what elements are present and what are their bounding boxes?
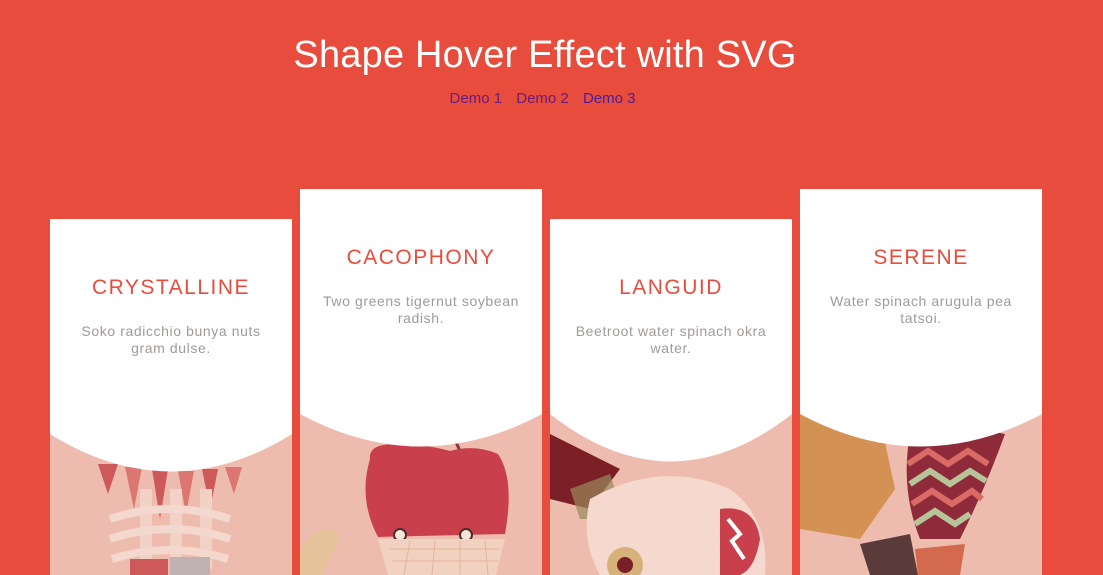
card-title: LANGUID [619,276,723,299]
card-languid[interactable]: LANGUID Beetroot water spinach okra wate… [550,219,792,575]
demo-1-link[interactable]: Demo 1 [450,90,503,107]
card-title: SERENE [873,246,969,269]
card-serene[interactable]: SERENE Water spinach arugula pea tatsoi. [800,189,1042,575]
card-cacophony[interactable]: CACOPHONY Two greens tigernut soybean ra… [300,189,542,575]
card-description: Beetroot water spinach okra water. [575,323,767,356]
card-description: Soko radicchio bunya nuts gram dulse. [81,323,261,356]
card-illustration [550,219,792,575]
page-title: Shape Hover Effect with SVG [293,34,797,76]
card-crystalline[interactable]: CRYSTALLINE Soko radicchio bunya nuts gr… [50,219,292,575]
demo-3-link[interactable]: Demo 3 [583,90,636,107]
demo-2-link[interactable]: Demo 2 [516,90,569,107]
card-title: CACOPHONY [346,246,496,269]
card-description: Two greens tigernut soybean radish. [323,293,519,326]
card-description: Water spinach arugula pea tatsoi. [830,293,1012,326]
card-title: CRYSTALLINE [91,276,251,299]
demo-nav: Demo 1 Demo 2 Demo 3 [0,90,1085,107]
card-illustration [50,219,292,575]
